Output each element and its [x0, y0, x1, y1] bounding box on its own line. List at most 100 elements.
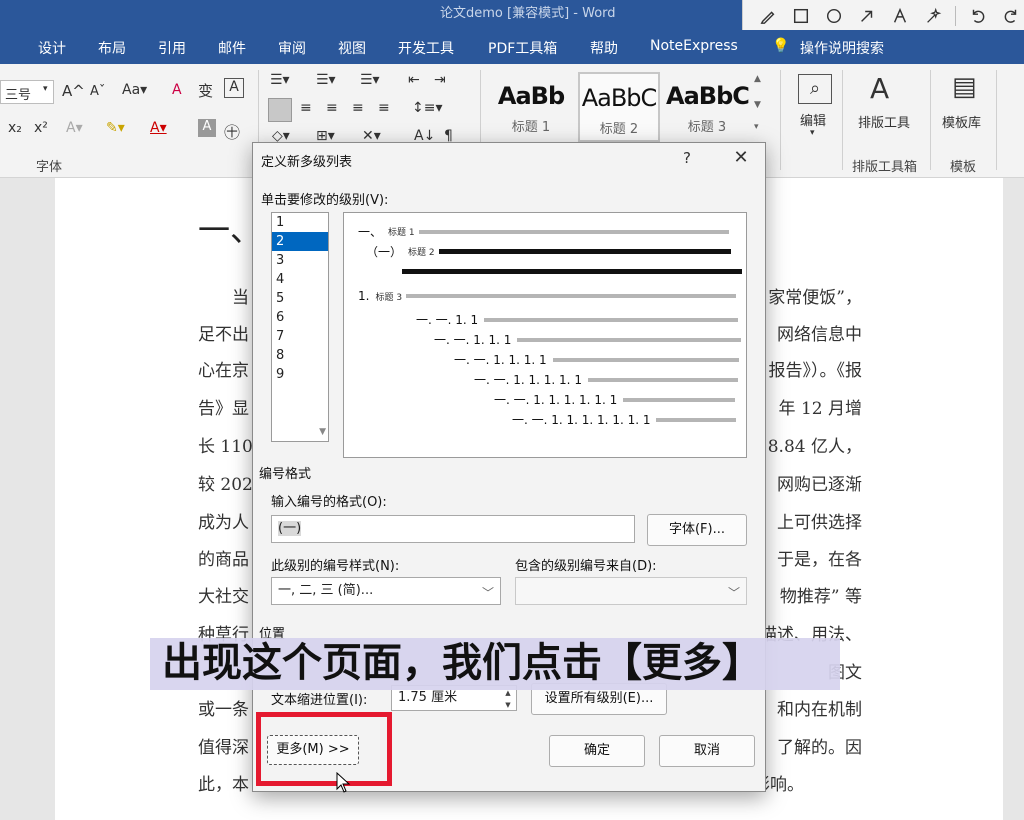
- font-size-value: 三号: [5, 88, 32, 103]
- scroll-down-icon[interactable]: ▼: [319, 427, 326, 437]
- define-multilevel-list-dialog: 定义新多级列表 ? ✕ 单击要修改的级别(V): 123456789 ▼ 一、标…: [252, 142, 766, 792]
- tab-pdf-toolbox[interactable]: PDF工具箱: [488, 38, 557, 58]
- preview-number: （一）: [366, 245, 403, 259]
- tab-review[interactable]: 审阅: [278, 38, 306, 58]
- increase-indent-icon[interactable]: ⇥: [434, 72, 446, 88]
- include-level-select[interactable]: ﹀: [515, 577, 747, 605]
- drawing-toolbar: [742, 0, 1024, 32]
- tab-developer[interactable]: 开发工具: [398, 38, 454, 58]
- help-icon[interactable]: ?: [677, 149, 697, 167]
- ribbon-divider: [780, 70, 781, 170]
- justify-icon[interactable]: ≡: [352, 100, 364, 116]
- change-case-icon[interactable]: Aa▾: [122, 82, 147, 98]
- cancel-button[interactable]: 取消: [659, 735, 755, 767]
- superscript-icon[interactable]: x²: [34, 120, 48, 136]
- tab-layout[interactable]: 布局: [98, 38, 126, 58]
- tell-me-search[interactable]: 操作说明搜索: [800, 38, 884, 58]
- align-center-icon[interactable]: ≡: [300, 100, 312, 116]
- number-format-input[interactable]: (一): [271, 515, 635, 543]
- ribbon-divider: [842, 70, 843, 170]
- phonetic-guide-icon[interactable]: 变: [198, 80, 213, 101]
- magic-wand-icon[interactable]: [922, 5, 944, 27]
- preview-text-line: [623, 397, 736, 402]
- subscript-icon[interactable]: x₂: [8, 120, 22, 136]
- tab-help[interactable]: 帮助: [590, 38, 618, 58]
- preview-number: 一. 一. 1. 1. 1. 1. 1. 1: [494, 393, 618, 407]
- bullets-icon[interactable]: ☰▾: [270, 72, 290, 88]
- text-tool-icon[interactable]: [889, 5, 911, 27]
- shrink-font-icon[interactable]: Aˇ: [90, 84, 105, 99]
- preview-number: 一、: [358, 225, 383, 239]
- decrease-indent-icon[interactable]: ⇤: [408, 72, 420, 88]
- preview-number: 一. 一. 1. 1. 1. 1: [454, 353, 547, 367]
- edit-button[interactable]: 编辑: [800, 110, 826, 129]
- layout-tool-button[interactable]: 排版工具: [858, 112, 910, 131]
- font-size-select[interactable]: 三号 ▾: [0, 80, 54, 104]
- enclose-char-icon[interactable]: ㊉: [224, 119, 240, 143]
- style-heading-3[interactable]: AaBbC 标题 3: [666, 72, 750, 142]
- doc-line-right: 报告》）。《报: [768, 361, 863, 381]
- template-lib-button[interactable]: 模板库: [942, 112, 981, 131]
- find-icon[interactable]: ⌕: [798, 74, 832, 104]
- ribbon-divider: [930, 70, 931, 170]
- level-item[interactable]: 9: [272, 365, 328, 384]
- tab-noteexpress[interactable]: NoteExpress: [650, 38, 738, 54]
- styles-scroll-down-icon[interactable]: ▼: [754, 100, 761, 110]
- line-spacing-icon[interactable]: ↕≡▾: [412, 100, 443, 116]
- undo-icon[interactable]: [967, 5, 989, 27]
- doc-line-left: 告》显: [198, 399, 249, 419]
- level-item[interactable]: 4: [272, 270, 328, 289]
- tab-view[interactable]: 视图: [338, 38, 366, 58]
- preview-style-tag: 标题 3: [375, 292, 403, 303]
- styles-expand-icon[interactable]: ▾: [754, 122, 759, 132]
- grow-font-icon[interactable]: A^: [62, 82, 85, 100]
- rectangle-icon[interactable]: [790, 5, 812, 27]
- tab-design[interactable]: 设计: [38, 38, 66, 58]
- doc-line-right: 和内在机制: [777, 700, 862, 720]
- preview-text-line: [438, 249, 731, 254]
- numbering-icon[interactable]: ☰▾: [316, 72, 336, 88]
- level-item[interactable]: 5: [272, 289, 328, 308]
- arrow-icon[interactable]: [856, 5, 878, 27]
- layout-tool-icon[interactable]: A: [870, 72, 889, 105]
- text-effects-icon[interactable]: A▾: [66, 120, 83, 136]
- multilevel-list-icon[interactable]: ☰▾: [360, 72, 380, 88]
- number-style-select[interactable]: 一, 二, 三 (简)... ﹀: [271, 577, 501, 605]
- doc-line-left: 的商品: [198, 550, 249, 570]
- level-item[interactable]: 3: [272, 251, 328, 270]
- preview-row: 1. 标题 3: [358, 289, 737, 303]
- font-button[interactable]: 字体(F)...: [647, 514, 747, 546]
- ok-button[interactable]: 确定: [549, 735, 645, 767]
- char-shading-icon[interactable]: A: [198, 119, 216, 137]
- level-listbox[interactable]: 123456789 ▼: [271, 212, 329, 442]
- font-color-icon[interactable]: A▾: [150, 120, 167, 136]
- doc-line-left: 心在京: [198, 361, 249, 381]
- styles-scroll-up-icon[interactable]: ▲: [754, 74, 761, 84]
- distribute-icon[interactable]: ≡: [378, 100, 390, 116]
- preview-text-line: [656, 417, 737, 422]
- spinner-icon[interactable]: ▲ ▼: [502, 687, 514, 711]
- highlight-icon[interactable]: ✎▾: [106, 120, 125, 136]
- pen-icon[interactable]: [757, 5, 779, 27]
- text-indent-value: 1.75 厘米: [398, 690, 458, 705]
- level-item[interactable]: 6: [272, 308, 328, 327]
- ribbon-divider: [996, 70, 997, 170]
- template-icon[interactable]: ▤: [952, 72, 977, 102]
- align-right-icon[interactable]: ≡: [326, 100, 338, 116]
- style-heading-2[interactable]: AaBbC 标题 2: [578, 72, 660, 142]
- level-item[interactable]: 2: [272, 232, 328, 251]
- tab-references[interactable]: 引用: [158, 38, 186, 58]
- level-item[interactable]: 1: [272, 213, 328, 232]
- close-icon[interactable]: ✕: [729, 147, 753, 168]
- preview-row: [402, 269, 742, 274]
- level-item[interactable]: 8: [272, 346, 328, 365]
- redo-icon[interactable]: [1000, 5, 1022, 27]
- chevron-down-icon: ﹀: [727, 586, 740, 600]
- align-left-icon[interactable]: [268, 98, 292, 122]
- tab-mailings[interactable]: 邮件: [218, 38, 246, 58]
- level-item[interactable]: 7: [272, 327, 328, 346]
- circle-icon[interactable]: [823, 5, 845, 27]
- style-heading-1[interactable]: AaBb 标题 1: [490, 72, 572, 142]
- char-border-icon[interactable]: A: [224, 78, 244, 98]
- clear-format-icon[interactable]: A: [172, 82, 182, 98]
